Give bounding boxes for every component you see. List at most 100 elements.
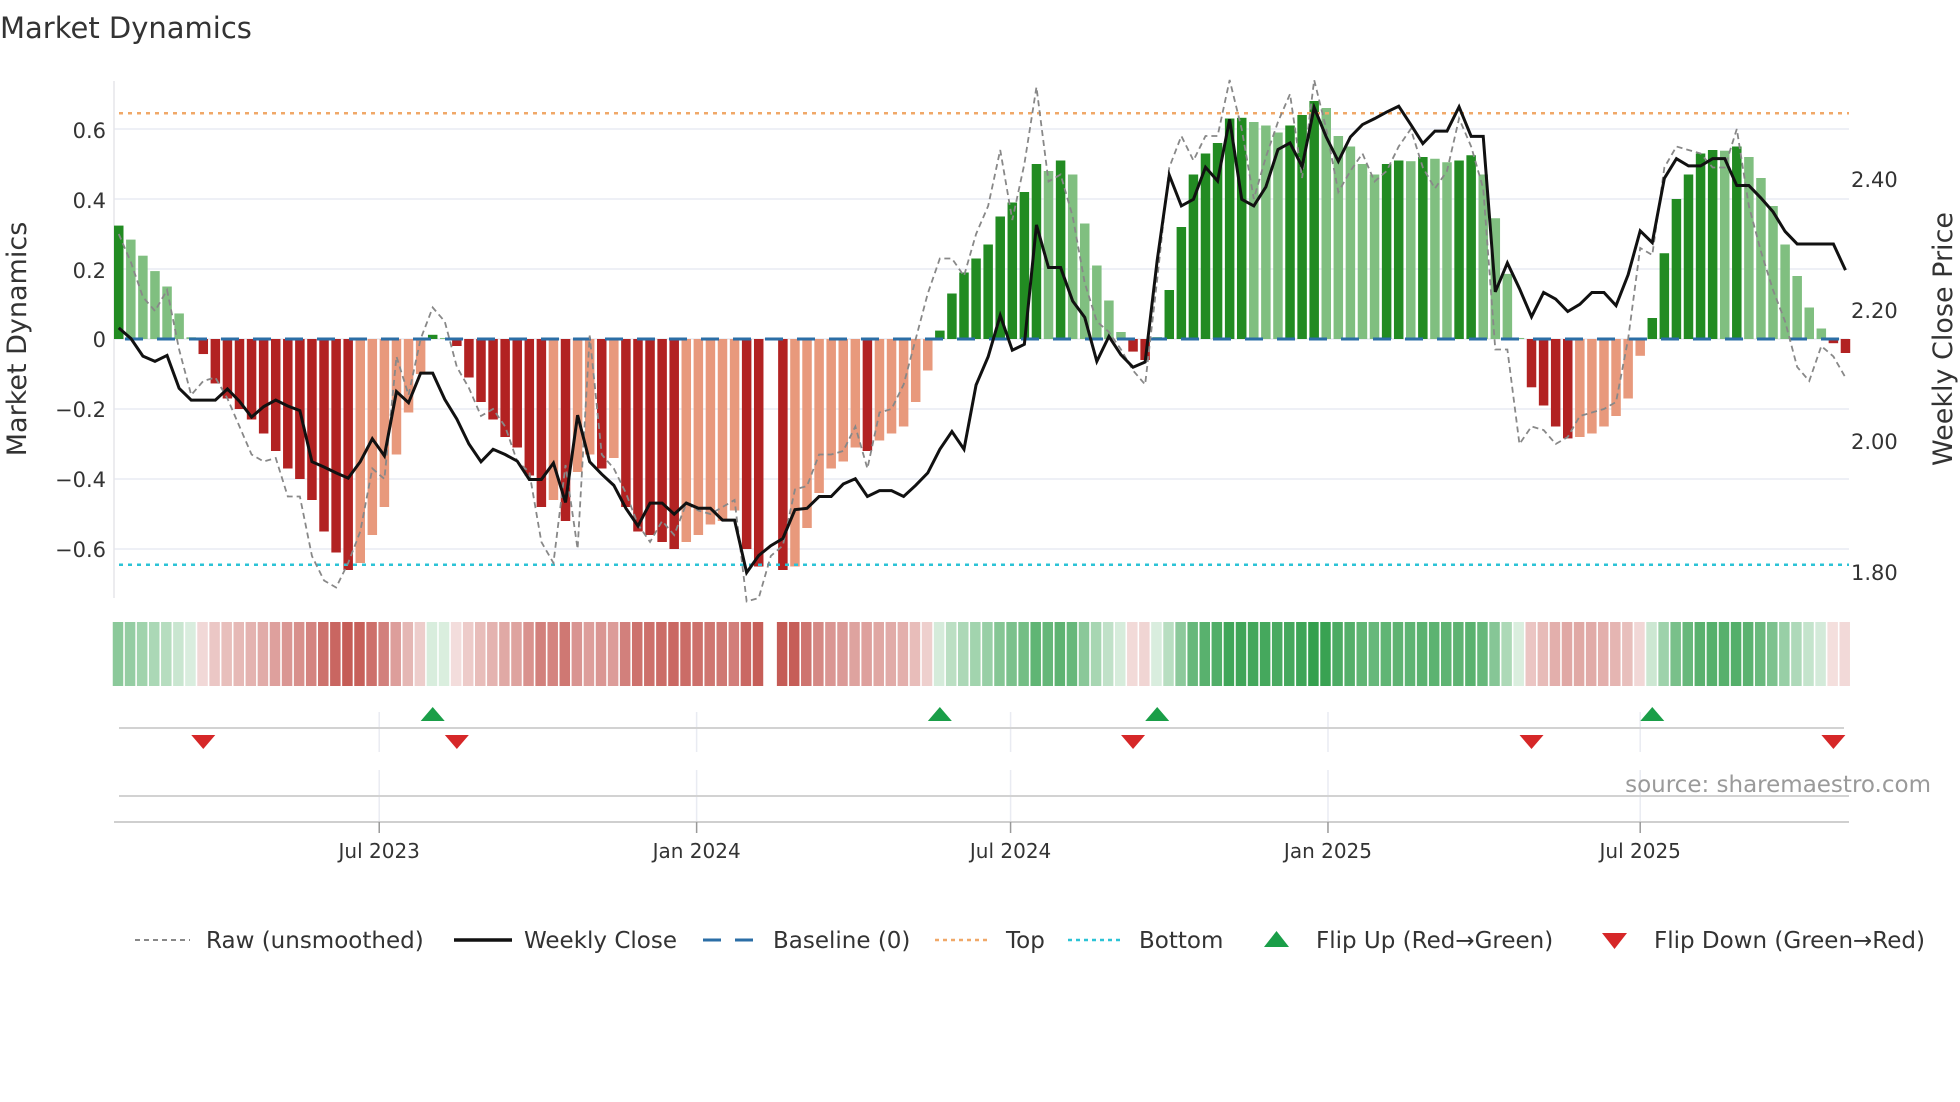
strip-cell	[982, 622, 993, 686]
bar	[1309, 101, 1319, 339]
y-tick-label: 0.2	[73, 259, 106, 283]
strip-cell	[1030, 622, 1041, 686]
y2-tick-label: 2.20	[1851, 299, 1898, 323]
bar	[572, 339, 583, 472]
strip-cell	[499, 622, 510, 686]
strip-cell	[1827, 622, 1838, 686]
strip-cell	[933, 622, 945, 686]
strip-cell	[112, 622, 124, 686]
strip-cell	[644, 622, 655, 686]
bar	[1538, 339, 1549, 406]
bar	[1647, 318, 1658, 339]
y-tick-label: −0.4	[55, 468, 106, 492]
flip-up-marker	[927, 707, 952, 721]
strip-cell	[535, 622, 546, 686]
bar	[1200, 153, 1211, 339]
bar	[790, 339, 800, 567]
strip-cell	[909, 622, 921, 686]
legend-item-flip-up: Flip Up (Red→Green)	[1264, 928, 1553, 954]
strip-cell	[704, 622, 715, 686]
bar	[379, 339, 390, 507]
legend-label: Raw (unsmoothed)	[206, 928, 424, 954]
strip-cell	[1585, 622, 1597, 686]
momentum-bars	[114, 101, 1851, 570]
strip-cell	[1803, 622, 1814, 686]
strip-cell	[318, 622, 329, 686]
bar	[1707, 150, 1718, 339]
bar	[971, 258, 981, 339]
strip-cell	[1320, 622, 1331, 686]
strip-cell	[776, 622, 788, 686]
strip-cell	[487, 622, 498, 686]
flip-down-marker	[1519, 735, 1544, 749]
bar	[609, 339, 619, 458]
strip-cell	[607, 622, 619, 686]
strip-cell	[269, 622, 281, 686]
strip-cell	[1718, 622, 1730, 686]
x-ticks	[378, 822, 1641, 833]
y-tick-label: 0	[93, 328, 106, 352]
strip-cell	[233, 622, 244, 686]
strip-cell	[788, 622, 800, 686]
bar	[753, 339, 764, 567]
strip-cell	[1754, 622, 1766, 686]
strip-cell	[1549, 622, 1561, 686]
strip-cell	[1380, 622, 1392, 686]
strip-cell	[1537, 622, 1549, 686]
strip-cell	[1597, 622, 1609, 686]
strip-cell	[1235, 622, 1247, 686]
bar	[1285, 125, 1295, 339]
strip-cell	[837, 622, 848, 686]
bar	[802, 339, 812, 528]
triangle-up-icon	[1264, 931, 1289, 947]
strip-cell	[897, 622, 909, 686]
bar	[898, 339, 909, 427]
strip-cell	[1513, 622, 1524, 686]
bar	[1671, 199, 1682, 339]
strip-cell	[1658, 622, 1669, 686]
strip-cell	[1706, 622, 1718, 686]
bar	[1816, 328, 1827, 339]
bar	[415, 339, 426, 374]
bar	[923, 339, 933, 371]
flip-up-marker	[1640, 707, 1665, 721]
strip-cell	[245, 622, 257, 686]
bar	[258, 339, 269, 434]
strip-cell	[1694, 622, 1706, 686]
bar	[1804, 307, 1814, 339]
bar	[1381, 164, 1392, 339]
strip-cell	[1102, 622, 1114, 686]
strip-cell	[1054, 622, 1066, 686]
strip-cell	[1791, 622, 1802, 686]
strip-cell	[1163, 622, 1174, 686]
legend-item-top: Top	[935, 928, 1045, 954]
triangle-down-icon	[1602, 933, 1627, 949]
bar	[1067, 174, 1078, 339]
strip-cell	[197, 622, 208, 686]
strip-cell	[1356, 622, 1367, 686]
y-tick-label: −0.6	[55, 538, 106, 562]
bar	[488, 339, 498, 420]
legend-item-raw: Raw (unsmoothed)	[135, 928, 424, 954]
bar	[174, 313, 184, 339]
strip-cell	[1223, 622, 1235, 686]
bar	[1212, 143, 1223, 339]
strip-cell	[450, 622, 462, 686]
bar	[343, 339, 353, 570]
strip-cell	[1730, 622, 1742, 686]
bar	[1635, 339, 1645, 356]
y2-tick-label: 1.80	[1851, 561, 1898, 585]
legend-label: Top	[1005, 928, 1045, 954]
strip-cell	[1006, 622, 1017, 686]
strip-cell	[1477, 622, 1488, 686]
bar	[1792, 276, 1802, 339]
strip-cell	[173, 622, 184, 686]
bar	[1055, 160, 1066, 339]
bar	[355, 339, 365, 563]
strip-cell	[148, 622, 160, 686]
bar	[1563, 339, 1573, 439]
bar	[826, 339, 836, 469]
bar	[983, 244, 993, 339]
bar	[1442, 162, 1452, 339]
bar	[1454, 160, 1464, 339]
